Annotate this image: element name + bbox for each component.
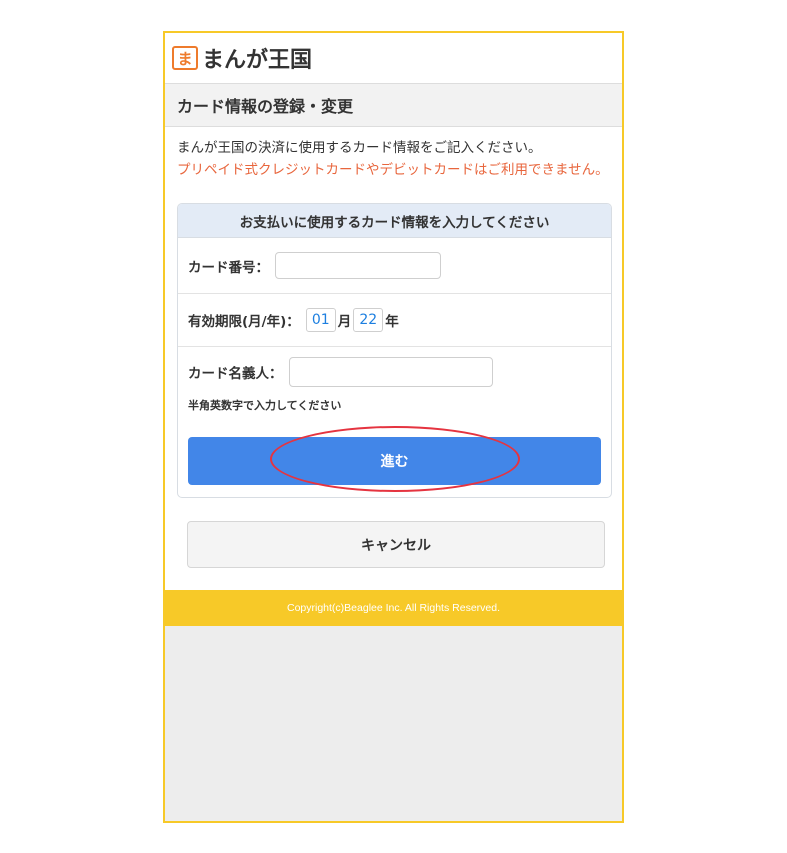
copyright-text: Copyright(c)Beaglee Inc. All Rights Rese… xyxy=(286,602,500,614)
intro-description: まんが王国の決済に使用するカード情報をご記入ください。 xyxy=(177,140,542,156)
footer: Copyright(c)Beaglee Inc. All Rights Rese… xyxy=(165,590,622,626)
phone-frame: ま まんが王国 カード情報の登録・変更 まんが王国の決済に使用するカード情報をご… xyxy=(163,31,624,823)
card-number-label: カード番号： xyxy=(188,259,269,276)
page-title: カード情報の登録・変更 xyxy=(165,84,622,127)
holder-label: カード名義人： xyxy=(188,366,283,382)
logo-icon[interactable]: ま xyxy=(172,46,198,70)
logo-text[interactable]: まんが王国 xyxy=(202,42,312,74)
card-form-panel: お支払いに使用するカード情報を入力してください カード番号： 有効期限(月/年)… xyxy=(177,203,612,498)
expiry-year-select[interactable]: 22 xyxy=(353,308,384,332)
form-heading: お支払いに使用するカード情報を入力してください xyxy=(178,204,611,238)
card-number-row: カード番号： xyxy=(178,238,611,294)
expiry-month-select[interactable]: 01 xyxy=(305,308,336,332)
submit-label: 進む xyxy=(380,454,409,470)
logo-mark: ま xyxy=(177,49,193,68)
submit-button[interactable]: 進む xyxy=(188,426,601,492)
expiry-row: 有効期限(月/年)： 01 月 22 年 xyxy=(178,294,611,347)
site-header: ま まんが王国 xyxy=(165,33,622,84)
holder-row: カード名義人： 半角英数字で入力してください 進む xyxy=(178,347,611,497)
page: ま まんが王国 カード情報の登録・変更 まんが王国の決済に使用するカード情報をご… xyxy=(165,33,622,626)
card-holder-input[interactable] xyxy=(288,357,493,387)
holder-line: カード名義人： xyxy=(188,357,601,387)
holder-hint: 半角英数字で入力してください xyxy=(188,399,342,412)
cancel-button[interactable]: キャンセル xyxy=(187,521,605,568)
year-unit: 年 xyxy=(385,314,399,330)
expiry-label: 有効期限(月/年)： xyxy=(188,314,300,330)
month-unit: 月 xyxy=(337,314,352,330)
intro-text: まんが王国の決済に使用するカード情報をご記入ください。 プリペイド式クレジットカ… xyxy=(165,127,622,189)
card-number-input[interactable] xyxy=(275,252,441,279)
intro-warning: プリペイド式クレジットカードやデビットカードはご利用できません。 xyxy=(177,162,609,178)
